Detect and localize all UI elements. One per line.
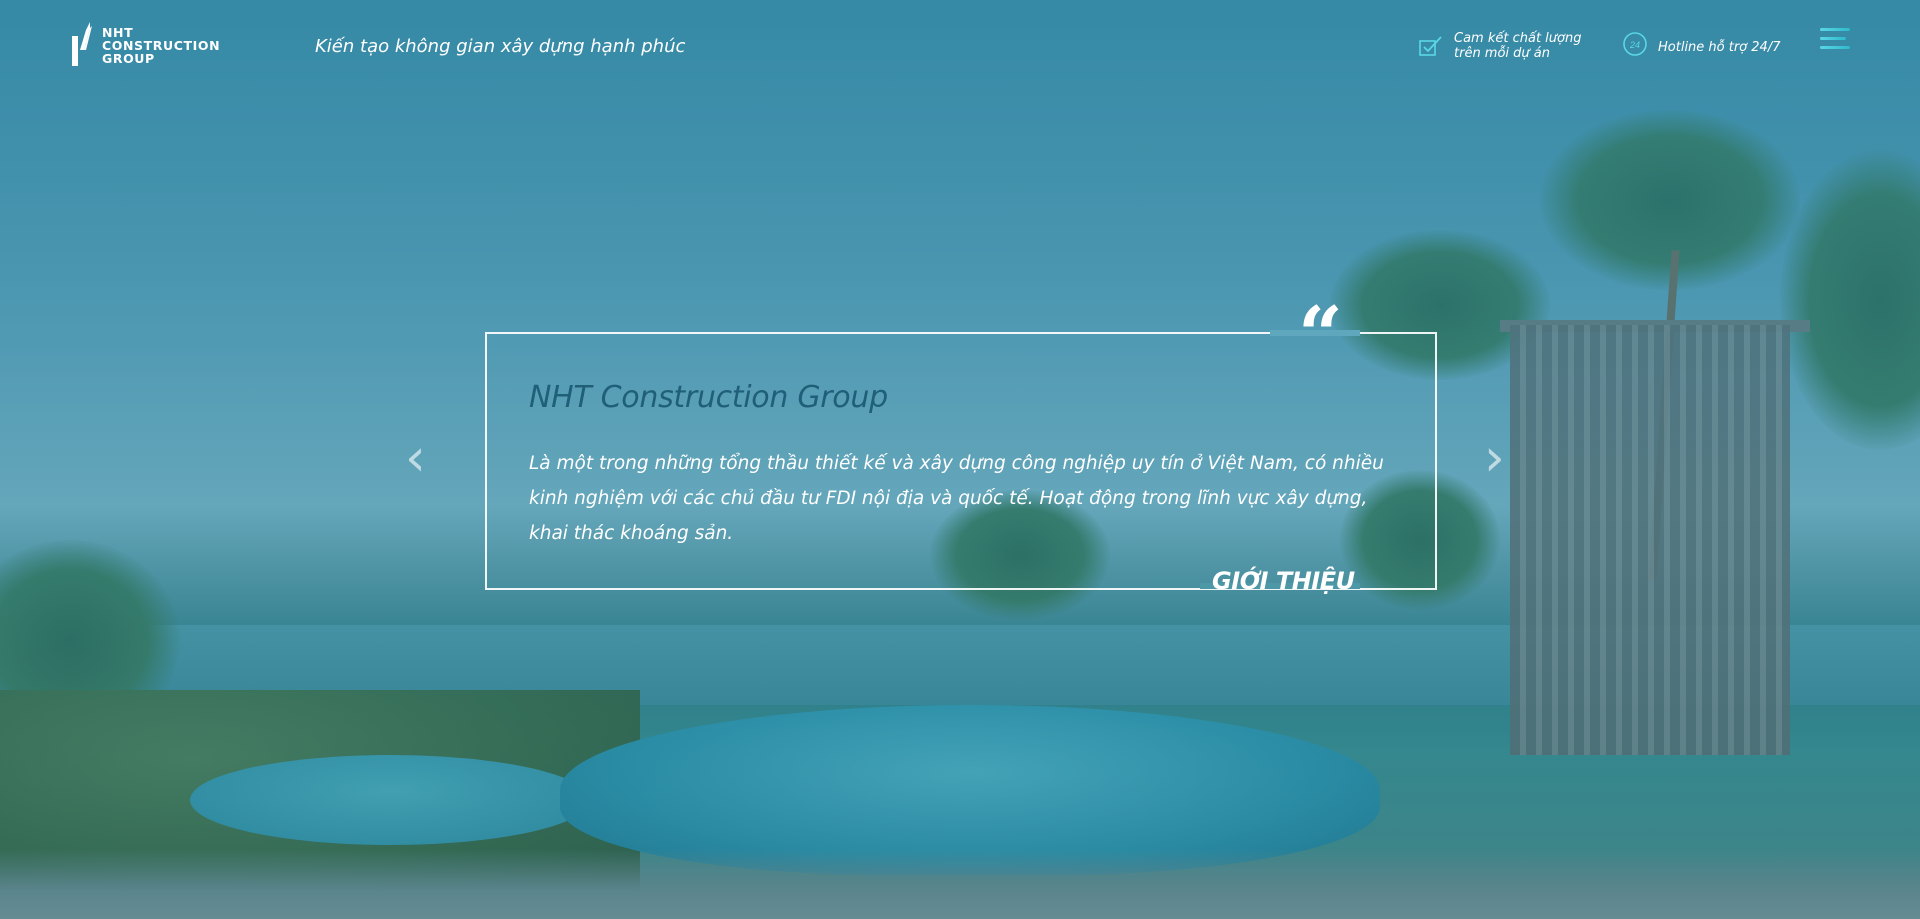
intro-body: Là một trong những tổng thầu thiết kế và…: [529, 453, 1384, 544]
logo[interactable]: NHT CONSTRUCTION GROUP: [70, 22, 220, 68]
intro-title: NHT Construction Group: [529, 380, 888, 415]
quote-icon: “: [1298, 290, 1343, 381]
logo-line-3: GROUP: [102, 50, 155, 66]
quality-line-1: Cam kết chất lượng: [1454, 31, 1582, 46]
slider-next-icon[interactable]: ›: [1484, 428, 1505, 488]
hotline-24-icon: 24: [1622, 31, 1648, 57]
logo-text: NHT CONSTRUCTION GROUP: [102, 26, 220, 65]
quality-commitment[interactable]: Cam kết chất lượng trên mỗi dự án: [1418, 31, 1581, 61]
quality-line-2: trên mỗi dự án: [1454, 46, 1551, 61]
hamburger-icon[interactable]: [1820, 28, 1850, 56]
intro-link[interactable]: GIỚI THIỆU: [1200, 567, 1367, 595]
logo-line-2: CONSTRUCTION: [102, 37, 221, 53]
hotline-icon-text: 24: [1629, 40, 1640, 50]
logo-line-1: NHT: [102, 24, 134, 40]
quality-text: Cam kết chất lượng trên mỗi dự án: [1454, 31, 1581, 61]
hotline[interactable]: 24 Hotline hỗ trợ 24/7: [1622, 31, 1780, 57]
tagline: Kiến tạo không gian xây dựng hạnh phúc: [315, 36, 686, 57]
hotline-text: Hotline hỗ trợ 24/7: [1658, 40, 1781, 55]
logo-mark-icon: [70, 22, 94, 68]
quality-check-icon: [1418, 33, 1444, 59]
slider-prev-icon[interactable]: ‹: [405, 428, 426, 488]
